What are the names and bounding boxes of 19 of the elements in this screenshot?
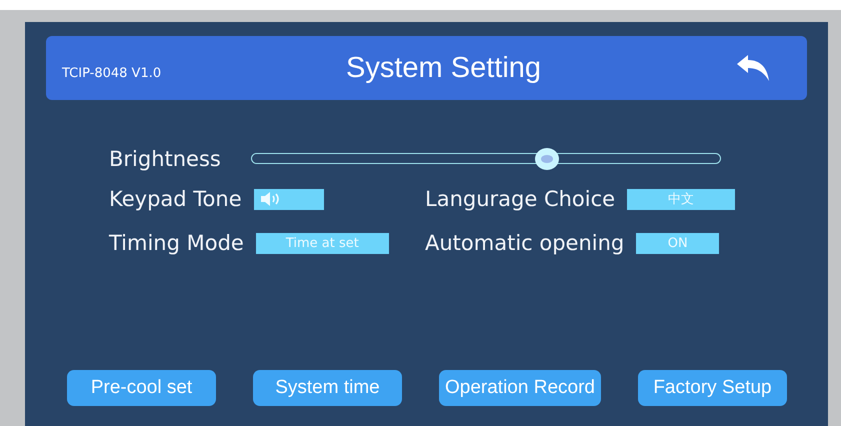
- setting-label: Automatic opening: [425, 231, 624, 255]
- sound-toggle[interactable]: [254, 188, 324, 210]
- setting-label: Timing Mode: [109, 231, 244, 255]
- setting-value[interactable]: Time at set: [256, 232, 389, 254]
- setting-label: Keypad Tone: [109, 187, 242, 211]
- speaker-icon: [260, 191, 282, 207]
- menu-button[interactable]: Pre-cool set: [67, 370, 216, 406]
- menu-button[interactable]: Factory Setup: [638, 370, 787, 406]
- menu-button[interactable]: System time: [253, 370, 402, 406]
- brightness-slider[interactable]: [250, 147, 721, 171]
- back-icon[interactable]: [735, 53, 771, 83]
- slider-thumb[interactable]: [534, 148, 559, 170]
- setting-label: Langurage Choice: [425, 187, 616, 211]
- setting-value[interactable]: 中文: [627, 188, 736, 210]
- brightness-label: Brightness: [109, 147, 221, 171]
- menu-button[interactable]: Operation Record: [439, 370, 601, 406]
- setting-value[interactable]: ON: [636, 232, 720, 254]
- model-version: TCIP-8048 V1.0: [62, 66, 162, 80]
- window-title: System Setting: [344, 52, 542, 84]
